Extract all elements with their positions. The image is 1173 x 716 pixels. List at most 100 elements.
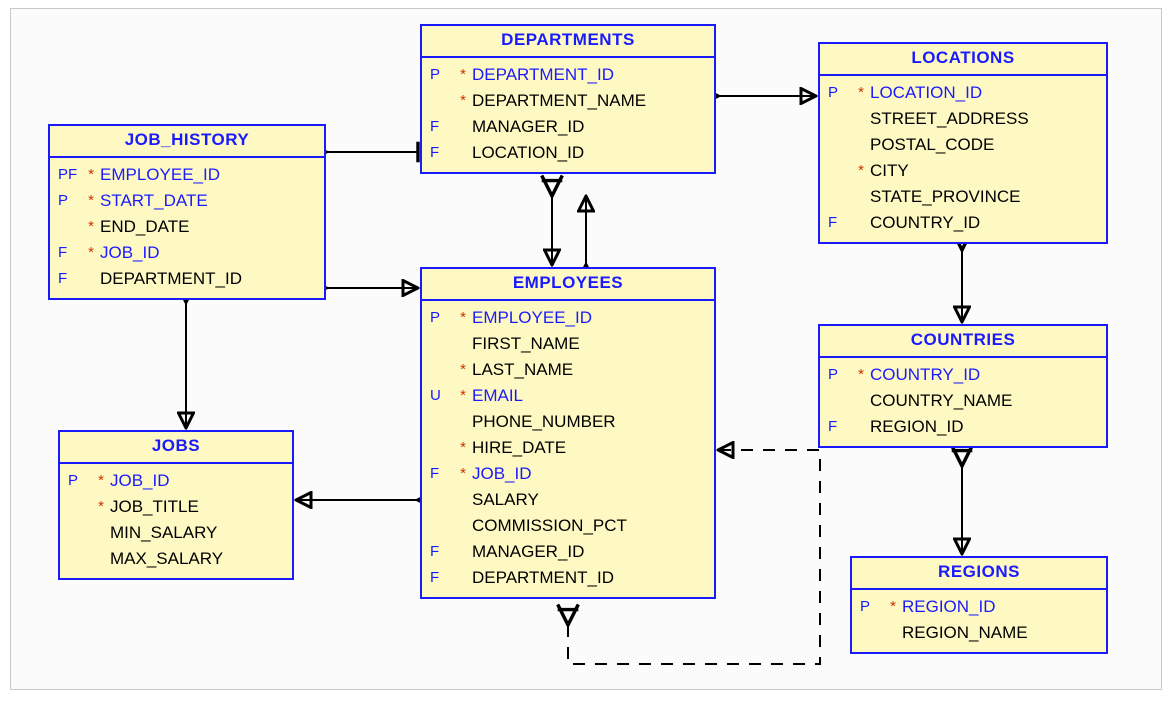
column-key-indicator: F: [430, 461, 456, 487]
column-row: *HIRE_DATE: [422, 435, 714, 461]
column-row: F REGION_ID: [820, 414, 1106, 440]
column-required-indicator: *: [84, 162, 98, 188]
column-key-indicator: P: [58, 188, 84, 214]
entity-job-history: JOB_HISTORYPF*EMPLOYEE_IDP*START_DATE*EN…: [48, 124, 326, 300]
column-row: STREET_ADDRESS: [820, 106, 1106, 132]
column-key-indicator: U: [430, 383, 456, 409]
column-required-indicator: *: [456, 88, 470, 114]
column-name: STATE_PROVINCE: [868, 184, 1021, 210]
column-key-indicator: P: [68, 468, 94, 494]
entity-title: LOCATIONS: [820, 44, 1106, 76]
entity-title: REGIONS: [852, 558, 1106, 590]
column-required-indicator: *: [456, 62, 470, 88]
column-row: FCOUNTRY_ID: [820, 210, 1106, 236]
column-name: JOB_TITLE: [108, 494, 199, 520]
column-name: COMMISSION_PCT: [470, 513, 627, 539]
column-name: MANAGER_ID: [470, 539, 584, 565]
column-row: *END_DATE: [50, 214, 324, 240]
column-row: PHONE_NUMBER: [422, 409, 714, 435]
column-required-indicator: *: [854, 158, 868, 184]
column-name: REGION_NAME: [900, 620, 1028, 646]
column-key-indicator: F: [58, 240, 84, 266]
column-row: *DEPARTMENT_NAME: [422, 88, 714, 114]
entity-locations: LOCATIONS P*LOCATION_IDSTREET_ADDRESSPOST…: [818, 42, 1108, 244]
column-key-indicator: PF: [58, 162, 84, 188]
column-key-indicator: P: [430, 62, 456, 88]
column-name: STREET_ADDRESS: [868, 106, 1029, 132]
column-name: POSTAL_CODE: [868, 132, 994, 158]
column-row: POSTAL_CODE: [820, 132, 1106, 158]
column-name: MAX_SALARY: [108, 546, 223, 572]
column-name: SALARY: [470, 487, 539, 513]
column-row: *LAST_NAME: [422, 357, 714, 383]
column-row: STATE_PROVINCE: [820, 184, 1106, 210]
column-name: EMPLOYEE_ID: [98, 162, 220, 188]
column-row: PF*EMPLOYEE_ID: [50, 162, 324, 188]
column-row: COUNTRY_NAME: [820, 388, 1106, 414]
column-name: COUNTRY_ID: [868, 210, 980, 236]
column-row: F DEPARTMENT_ID: [422, 565, 714, 591]
column-key-indicator: F: [430, 565, 456, 591]
column-row: P*LOCATION_ID: [820, 80, 1106, 106]
column-row: SALARY: [422, 487, 714, 513]
column-key-indicator: F: [430, 539, 456, 565]
column-row: REGION_NAME: [852, 620, 1106, 646]
column-name: HIRE_DATE: [470, 435, 566, 461]
column-name: REGION_ID: [868, 414, 964, 440]
column-name: COUNTRY_ID: [868, 362, 980, 388]
column-row: F LOCATION_ID: [422, 140, 714, 166]
column-name: JOB_ID: [470, 461, 532, 487]
column-name: DEPARTMENT_ID: [98, 266, 242, 292]
column-row: MAX_SALARY: [60, 546, 292, 572]
column-key-indicator: F: [828, 414, 854, 440]
column-name: CITY: [868, 158, 909, 184]
column-row: F*JOB_ID: [50, 240, 324, 266]
entity-regions: REGIONSP*REGION_IDREGION_NAME: [850, 556, 1108, 654]
entity-title: DEPARTMENTS: [422, 26, 714, 58]
column-row: *JOB_TITLE: [60, 494, 292, 520]
entity-departments: DEPARTMENTS P*DEPARTMENT_ID*DEPARTMENT_NA…: [420, 24, 716, 174]
column-required-indicator: *: [84, 240, 98, 266]
entity-columns: P*JOB_ID*JOB_TITLEMIN_SALARYMAX_SALARY: [60, 464, 292, 578]
column-row: MIN_SALARY: [60, 520, 292, 546]
entity-columns: P*COUNTRY_IDCOUNTRY_NAMEF REGION_ID: [820, 358, 1106, 446]
entity-title: EMPLOYEES: [422, 269, 714, 301]
entity-columns: P*EMPLOYEE_IDFIRST_NAME*LAST_NAMEU*EMAIL…: [422, 301, 714, 597]
entity-title: COUNTRIES: [820, 326, 1106, 358]
column-name: DEPARTMENT_ID: [470, 62, 614, 88]
entity-title: JOBS: [60, 432, 292, 464]
entity-title: JOB_HISTORY: [50, 126, 324, 158]
column-name: DEPARTMENT_ID: [470, 565, 614, 591]
entity-jobs: JOBSP*JOB_ID*JOB_TITLEMIN_SALARYMAX_SALA…: [58, 430, 294, 580]
column-row: P*START_DATE: [50, 188, 324, 214]
column-key-indicator: P: [828, 80, 854, 106]
column-required-indicator: *: [94, 494, 108, 520]
column-key-indicator: P: [828, 362, 854, 388]
column-name: LOCATION_ID: [470, 140, 584, 166]
column-name: EMAIL: [470, 383, 523, 409]
column-key-indicator: F: [58, 266, 84, 292]
column-row: F DEPARTMENT_ID: [50, 266, 324, 292]
column-required-indicator: *: [456, 383, 470, 409]
entity-columns: P*DEPARTMENT_ID*DEPARTMENT_NAMEFMANAGER_…: [422, 58, 714, 172]
column-key-indicator: P: [860, 594, 886, 620]
column-required-indicator: *: [456, 305, 470, 331]
column-name: END_DATE: [98, 214, 189, 240]
entity-countries: COUNTRIES P*COUNTRY_IDCOUNTRY_NAMEF REGION…: [818, 324, 1108, 448]
column-required-indicator: *: [854, 80, 868, 106]
column-required-indicator: *: [84, 188, 98, 214]
column-row: U*EMAIL: [422, 383, 714, 409]
column-name: LAST_NAME: [470, 357, 573, 383]
column-row: *CITY: [820, 158, 1106, 184]
column-row: P*DEPARTMENT_ID: [422, 62, 714, 88]
column-required-indicator: *: [854, 362, 868, 388]
column-key-indicator: F: [430, 140, 456, 166]
er-diagram-canvas: JOB_HISTORYPF*EMPLOYEE_IDP*START_DATE*EN…: [0, 0, 1173, 716]
entity-columns: PF*EMPLOYEE_IDP*START_DATE*END_DATEF*JOB…: [50, 158, 324, 298]
column-row: F*JOB_ID: [422, 461, 714, 487]
column-key-indicator: P: [430, 305, 456, 331]
column-required-indicator: *: [456, 435, 470, 461]
column-name: START_DATE: [98, 188, 208, 214]
column-row: P*COUNTRY_ID: [820, 362, 1106, 388]
entity-columns: P*REGION_IDREGION_NAME: [852, 590, 1106, 652]
